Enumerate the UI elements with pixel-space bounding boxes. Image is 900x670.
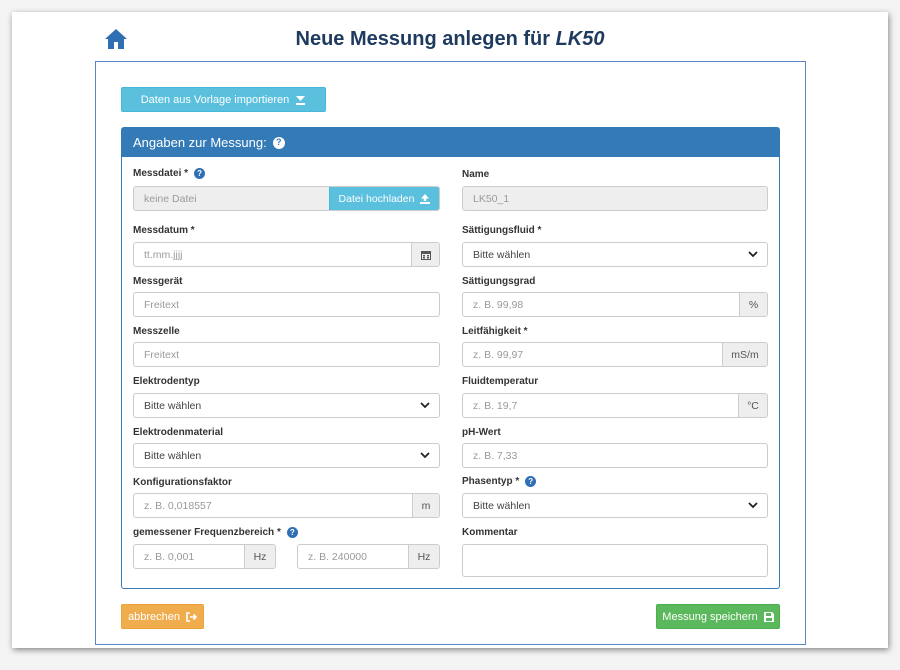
- name-field: LK50_1: [462, 186, 768, 211]
- leitfaehigkeit-input[interactable]: z. B. 99,97 mS/m: [462, 342, 768, 367]
- floppy-icon: [763, 611, 774, 622]
- name-value: LK50_1: [473, 192, 510, 205]
- messdatum-label: Messdatum *: [133, 225, 195, 236]
- fluidtemperatur-placeholder: z. B. 19,7: [473, 399, 518, 412]
- messgeraet-placeholder: Freitext: [144, 298, 180, 311]
- frequenz-from-input[interactable]: z. B. 0,001 Hz: [133, 544, 276, 569]
- page-title: Neue Messung anlegen für LK50: [0, 28, 900, 51]
- saettigungsfluid-select[interactable]: Bitte wählen: [462, 242, 768, 267]
- calendar-button[interactable]: [411, 243, 439, 266]
- exit-icon: [186, 611, 197, 622]
- upload-file-button[interactable]: Datei hochladen: [329, 187, 439, 210]
- frequenz-to-unit: Hz: [408, 545, 439, 568]
- phasentyp-label: Phasentyp *: [462, 476, 520, 487]
- phasentyp-select[interactable]: Bitte wählen: [462, 493, 768, 518]
- messgeraet-label: Messgerät: [133, 276, 183, 287]
- saettigungsgrad-placeholder: z. B. 99,98: [473, 298, 524, 311]
- help-icon[interactable]: ?: [525, 476, 537, 487]
- messgeraet-input[interactable]: Freitext: [133, 292, 440, 317]
- frequenz-from-placeholder: z. B. 0,001: [144, 550, 195, 563]
- name-label: Name: [462, 169, 490, 180]
- saettigungsfluid-value: Bitte wählen: [473, 248, 531, 261]
- fluidtemperatur-label: Fluidtemperatur: [462, 376, 539, 387]
- save-measurement-button[interactable]: Messung speichern: [656, 604, 780, 629]
- saettigungsgrad-label: Sättigungsgrad: [462, 276, 536, 287]
- konfigurationsfaktor-unit: m: [412, 494, 439, 517]
- saettigungsgrad-input[interactable]: z. B. 99,98 %: [462, 292, 768, 317]
- saettigungsgrad-unit: %: [739, 293, 767, 316]
- help-icon[interactable]: ?: [194, 168, 206, 179]
- chevron-down-icon: [748, 251, 758, 258]
- save-label: Messung speichern: [662, 610, 758, 623]
- cancel-button[interactable]: abbrechen: [121, 604, 204, 629]
- elektrodenmaterial-value: Bitte wählen: [144, 449, 202, 462]
- konfigurationsfaktor-placeholder: z. B. 0,018557: [144, 499, 212, 512]
- leitfaehigkeit-label: Leitfähigkeit *: [462, 326, 528, 337]
- calendar-icon: [420, 250, 431, 260]
- kommentar-textarea[interactable]: [462, 544, 768, 577]
- konfigurationsfaktor-label: Konfigurationsfaktor: [133, 477, 232, 488]
- messdatei-placeholder: keine Datei: [144, 192, 197, 205]
- help-icon[interactable]: ?: [286, 527, 298, 538]
- messdatum-placeholder: tt.mm.jjjj: [144, 248, 183, 261]
- chevron-down-icon: [420, 402, 430, 409]
- import-template-button[interactable]: Daten aus Vorlage importieren: [121, 87, 326, 112]
- upload-icon: [420, 193, 431, 204]
- chevron-down-icon: [748, 502, 758, 509]
- ph-wert-placeholder: z. B. 7,33: [473, 449, 518, 462]
- saettigungsfluid-label: Sättigungsfluid *: [462, 225, 542, 236]
- frequenzbereich-label-row: gemessener Frequenzbereich * ?: [133, 527, 298, 538]
- elektrodenmaterial-label: Elektrodenmaterial: [133, 427, 224, 438]
- konfigurationsfaktor-input[interactable]: z. B. 0,018557 m: [133, 493, 440, 518]
- messzelle-label: Messzelle: [133, 326, 180, 337]
- chevron-down-icon: [420, 452, 430, 459]
- frequenzbereich-label: gemessener Frequenzbereich *: [133, 527, 281, 538]
- messzelle-placeholder: Freitext: [144, 348, 180, 361]
- elektrodentyp-label: Elektrodentyp: [133, 376, 200, 387]
- messdatei-field[interactable]: keine Datei Datei hochladen: [133, 186, 440, 211]
- frequenz-from-unit: Hz: [244, 545, 275, 568]
- elektrodenmaterial-select[interactable]: Bitte wählen: [133, 443, 440, 468]
- import-template-label: Daten aus Vorlage importieren: [140, 93, 290, 106]
- kommentar-label: Kommentar: [462, 527, 518, 538]
- frequenz-to-placeholder: z. B. 240000: [308, 550, 367, 563]
- leitfaehigkeit-unit: mS/m: [722, 343, 767, 366]
- project-name: LK50: [555, 28, 605, 50]
- phasentyp-label-row: Phasentyp * ?: [462, 476, 537, 487]
- elektrodentyp-select[interactable]: Bitte wählen: [133, 393, 440, 418]
- panel-title: Angaben zur Messung:: [133, 135, 267, 150]
- messdatum-input[interactable]: tt.mm.jjjj: [133, 242, 440, 267]
- help-icon[interactable]: ?: [272, 136, 285, 149]
- cancel-label: abbrechen: [128, 610, 180, 623]
- import-icon: [296, 96, 306, 105]
- ph-wert-label: pH-Wert: [462, 427, 501, 438]
- panel-header: Angaben zur Messung: ?: [122, 128, 779, 157]
- elektrodentyp-value: Bitte wählen: [144, 399, 202, 412]
- leitfaehigkeit-placeholder: z. B. 99,97: [473, 348, 524, 361]
- ph-wert-input[interactable]: z. B. 7,33: [462, 443, 768, 468]
- messdatei-label: Messdatei *: [133, 168, 189, 179]
- fluidtemperatur-unit: °C: [738, 394, 767, 417]
- upload-file-label: Datei hochladen: [338, 192, 415, 205]
- frequenz-to-input[interactable]: z. B. 240000 Hz: [297, 544, 440, 569]
- messzelle-input[interactable]: Freitext: [133, 342, 440, 367]
- messdatei-label-row: Messdatei * ?: [133, 168, 206, 179]
- phasentyp-value: Bitte wählen: [473, 499, 531, 512]
- fluidtemperatur-input[interactable]: z. B. 19,7 °C: [462, 393, 768, 418]
- page-title-prefix: Neue Messung anlegen für: [295, 28, 551, 50]
